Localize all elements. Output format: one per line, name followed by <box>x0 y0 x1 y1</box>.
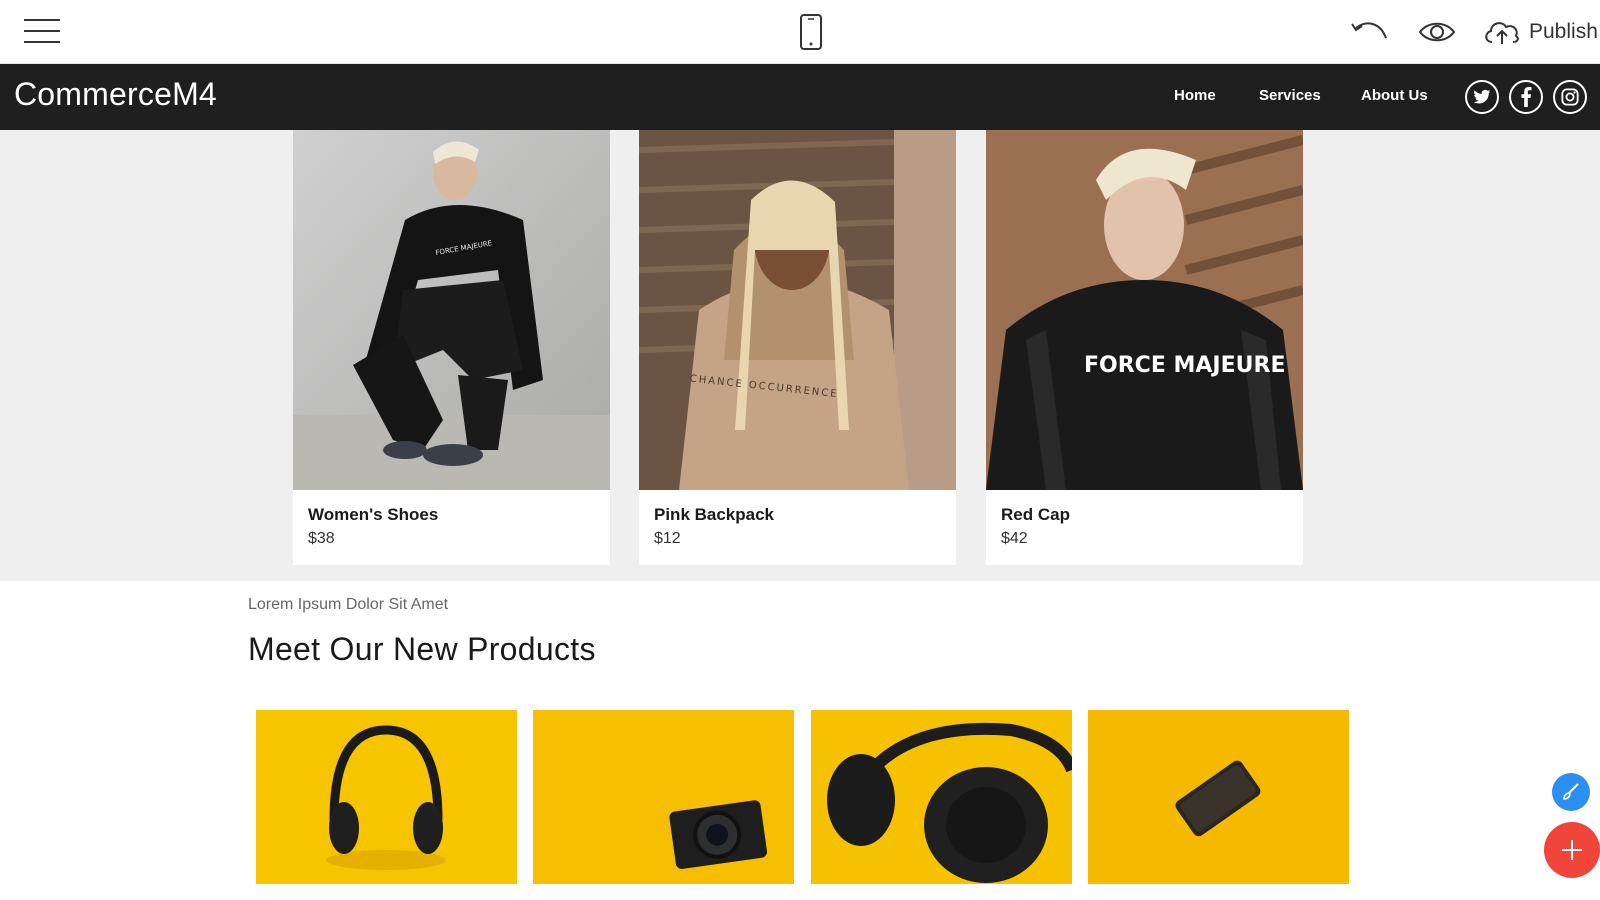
mobile-phone-icon[interactable] <box>800 14 822 50</box>
publish-label: Publish <box>1529 20 1598 43</box>
product-name[interactable]: Red Cap <box>1001 505 1070 525</box>
nav-link-services[interactable]: Services <box>1259 87 1321 104</box>
twitter-icon[interactable] <box>1465 80 1499 114</box>
featured-products-section: FORCE MAJEURE Women's Shoes $38 CHANCE O… <box>0 130 1600 581</box>
section-title: Meet Our New Products <box>248 631 596 667</box>
instagram-icon[interactable] <box>1553 80 1587 114</box>
nav-link-about-us[interactable]: About Us <box>1361 87 1428 104</box>
add-block-button[interactable] <box>1544 822 1600 878</box>
product-card[interactable]: FORCE MAJEURE Red Cap $42 <box>986 130 1303 565</box>
cloud-upload-icon <box>1485 22 1519 44</box>
product-image-smartphone[interactable] <box>1088 710 1349 884</box>
editor-toolbar: Publish <box>0 0 1600 64</box>
product-photo-model-squatting: FORCE MAJEURE <box>293 130 610 490</box>
section-subtitle: Lorem Ipsum Dolor Sit Amet <box>248 596 449 613</box>
plus-icon <box>1562 840 1582 860</box>
product-photo-model-tshirt: FORCE MAJEURE <box>986 130 1303 490</box>
product-price: $12 <box>654 530 681 547</box>
tshirt-print-text: FORCE MAJEURE <box>1084 353 1285 378</box>
product-card[interactable]: CHANCE OCCURRENCE Pink Backpack $12 <box>639 130 956 565</box>
eye-icon[interactable] <box>1418 20 1456 44</box>
product-card[interactable]: FORCE MAJEURE Women's Shoes $38 <box>293 130 610 565</box>
brand-name[interactable]: CommerceM4 <box>14 76 217 113</box>
nav-link-home[interactable]: Home <box>1174 87 1216 104</box>
product-price: $42 <box>1001 530 1028 547</box>
site-navbar: CommerceM4 Home Services About Us <box>0 64 1600 130</box>
product-image-camera[interactable] <box>533 710 794 884</box>
product-name[interactable]: Women's Shoes <box>308 505 438 525</box>
hamburger-icon[interactable] <box>24 17 60 45</box>
style-editor-button[interactable] <box>1552 773 1590 811</box>
product-image-headphones[interactable] <box>256 710 517 884</box>
product-image-headphones-closeup[interactable] <box>811 710 1072 884</box>
product-name[interactable]: Pink Backpack <box>654 505 774 525</box>
facebook-icon[interactable] <box>1509 80 1543 114</box>
brush-icon <box>1563 783 1579 800</box>
undo-icon[interactable] <box>1350 18 1390 46</box>
product-photo-model-hoodie: CHANCE OCCURRENCE <box>639 130 956 490</box>
publish-button[interactable]: Publish <box>1483 14 1598 50</box>
product-price: $38 <box>308 530 335 547</box>
